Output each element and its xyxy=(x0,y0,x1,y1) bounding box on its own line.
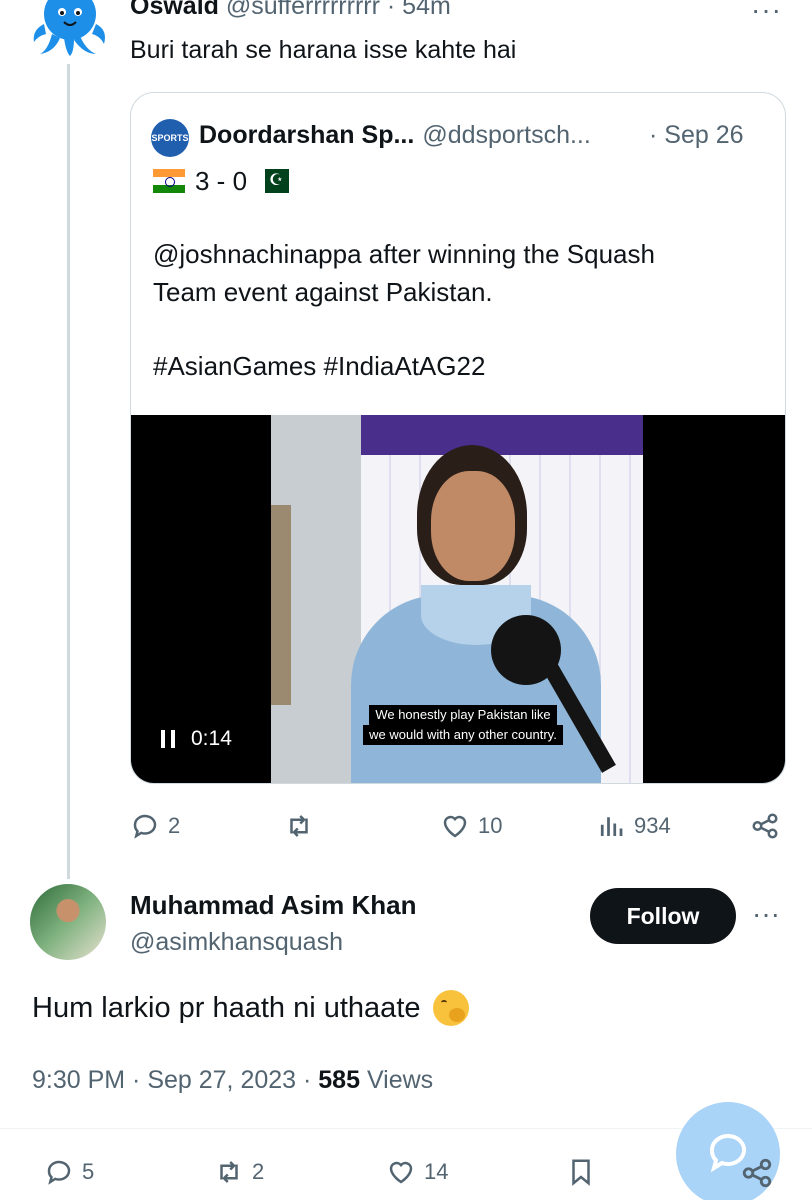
india-flag-icon xyxy=(153,169,185,193)
main-author-handle[interactable]: @asimkhansquash xyxy=(130,928,343,957)
bookmark-button[interactable] xyxy=(566,1152,604,1192)
reply-count: 5 xyxy=(82,1159,95,1184)
dd-sports-logo-icon: SPORTS xyxy=(151,119,189,157)
video-controls: 0:14 xyxy=(161,727,232,751)
share-icon[interactable] xyxy=(740,1156,774,1190)
main-author-name[interactable]: Muhammad Asim Khan xyxy=(130,890,417,921)
like-button[interactable]: 14 xyxy=(386,1152,448,1192)
score-text: 3 - 0 xyxy=(195,165,248,196)
quoted-tweet-header: Doordarshan Sp... @ddsportsch... · Sep 26 xyxy=(199,119,744,151)
face-with-hand-over-mouth-emoji-icon xyxy=(432,990,469,1026)
main-tweet-text: Hum larkio pr haath ni uthaate xyxy=(32,990,469,1026)
tweet-views-count: 585 xyxy=(318,1066,360,1094)
views-bar-chart-icon xyxy=(600,817,623,836)
video-player[interactable]: We honestly play Pakistan like we would … xyxy=(131,415,785,783)
views-button[interactable]: 934 xyxy=(596,806,671,846)
quoted-author-handle: @ddsportsch... xyxy=(422,121,591,149)
octopus-avatar-icon[interactable] xyxy=(28,0,108,58)
views-count: 934 xyxy=(634,813,671,838)
microphone-icon xyxy=(491,615,561,685)
video-door xyxy=(271,505,291,705)
video-person-face xyxy=(431,471,515,581)
follow-button[interactable]: Follow xyxy=(590,888,736,944)
reply-count: 2 xyxy=(168,813,181,838)
repost-icon xyxy=(290,815,308,837)
repost-icon xyxy=(220,1161,238,1183)
repost-button[interactable]: 2 xyxy=(214,1152,264,1192)
quoted-body-line: @joshnachinappa after winning the Squash xyxy=(153,239,655,269)
reply-bubble-icon xyxy=(47,1160,71,1185)
pakistan-flag-icon xyxy=(257,169,290,193)
quoted-author-name: Doordarshan Sp... xyxy=(199,121,415,149)
quoted-tweet-card[interactable]: SPORTS Doordarshan Sp... @ddsportsch... ·… xyxy=(130,92,786,784)
reply-author-name[interactable]: Oswald xyxy=(130,0,219,20)
reply-more-menu-icon[interactable]: ··· xyxy=(751,0,782,26)
like-button[interactable]: 10 xyxy=(440,806,502,846)
bookmark-icon xyxy=(572,1159,590,1186)
main-more-menu-icon[interactable]: ··· xyxy=(752,898,780,930)
caption-line: We honestly play Pakistan like xyxy=(369,705,557,725)
like-count: 10 xyxy=(478,813,503,838)
share-icon xyxy=(752,813,778,839)
share-button[interactable] xyxy=(750,806,788,846)
video-caption: We honestly play Pakistan like we would … xyxy=(343,705,583,745)
repost-count: 2 xyxy=(252,1159,265,1184)
reply-text: Buri tarah se harana isse kahte hai xyxy=(130,36,517,64)
repost-button[interactable] xyxy=(284,806,322,846)
reply-count-button[interactable]: 5 xyxy=(44,1152,94,1192)
avatar[interactable] xyxy=(30,884,106,960)
video-timestamp: 0:14 xyxy=(191,727,232,750)
reply-time[interactable]: · 54m xyxy=(387,0,451,20)
quoted-tweet-body: @joshnachinappa after winning the Squash… xyxy=(153,235,655,385)
quoted-body-line: Team event against Pakistan. xyxy=(153,277,493,307)
tweet-timestamp: 9:30 PM · Sep 27, 2023 · 585 Views xyxy=(32,1066,433,1095)
quoted-date: · Sep 26 xyxy=(649,121,744,149)
main-tweet-body: Hum larkio pr haath ni uthaate xyxy=(32,991,421,1024)
tweet-time[interactable]: 9:30 PM · Sep 27, 2023 · xyxy=(32,1066,318,1094)
quoted-tweet-metrics: 2 10 934 xyxy=(130,806,790,846)
heart-icon xyxy=(443,815,467,838)
pause-icon[interactable] xyxy=(161,730,175,748)
reply-count-button[interactable]: 2 xyxy=(130,806,180,846)
reply-bubble-icon xyxy=(133,814,157,839)
quoted-hashtags[interactable]: #AsianGames #IndiaAtAG22 xyxy=(153,347,655,385)
video-wall-banner xyxy=(361,415,643,455)
thread-line xyxy=(67,64,70,879)
match-score: 3 - 0 xyxy=(153,163,290,199)
caption-line: we would with any other country. xyxy=(363,725,563,745)
reply-author-handle[interactable]: @sufferrrrrrrrr xyxy=(226,0,380,20)
heart-icon xyxy=(389,1161,413,1184)
reply-header: Oswald @sufferrrrrrrrr · 54m xyxy=(130,0,451,21)
like-count: 14 xyxy=(424,1159,449,1184)
tweet-views-label: Views xyxy=(360,1066,434,1094)
